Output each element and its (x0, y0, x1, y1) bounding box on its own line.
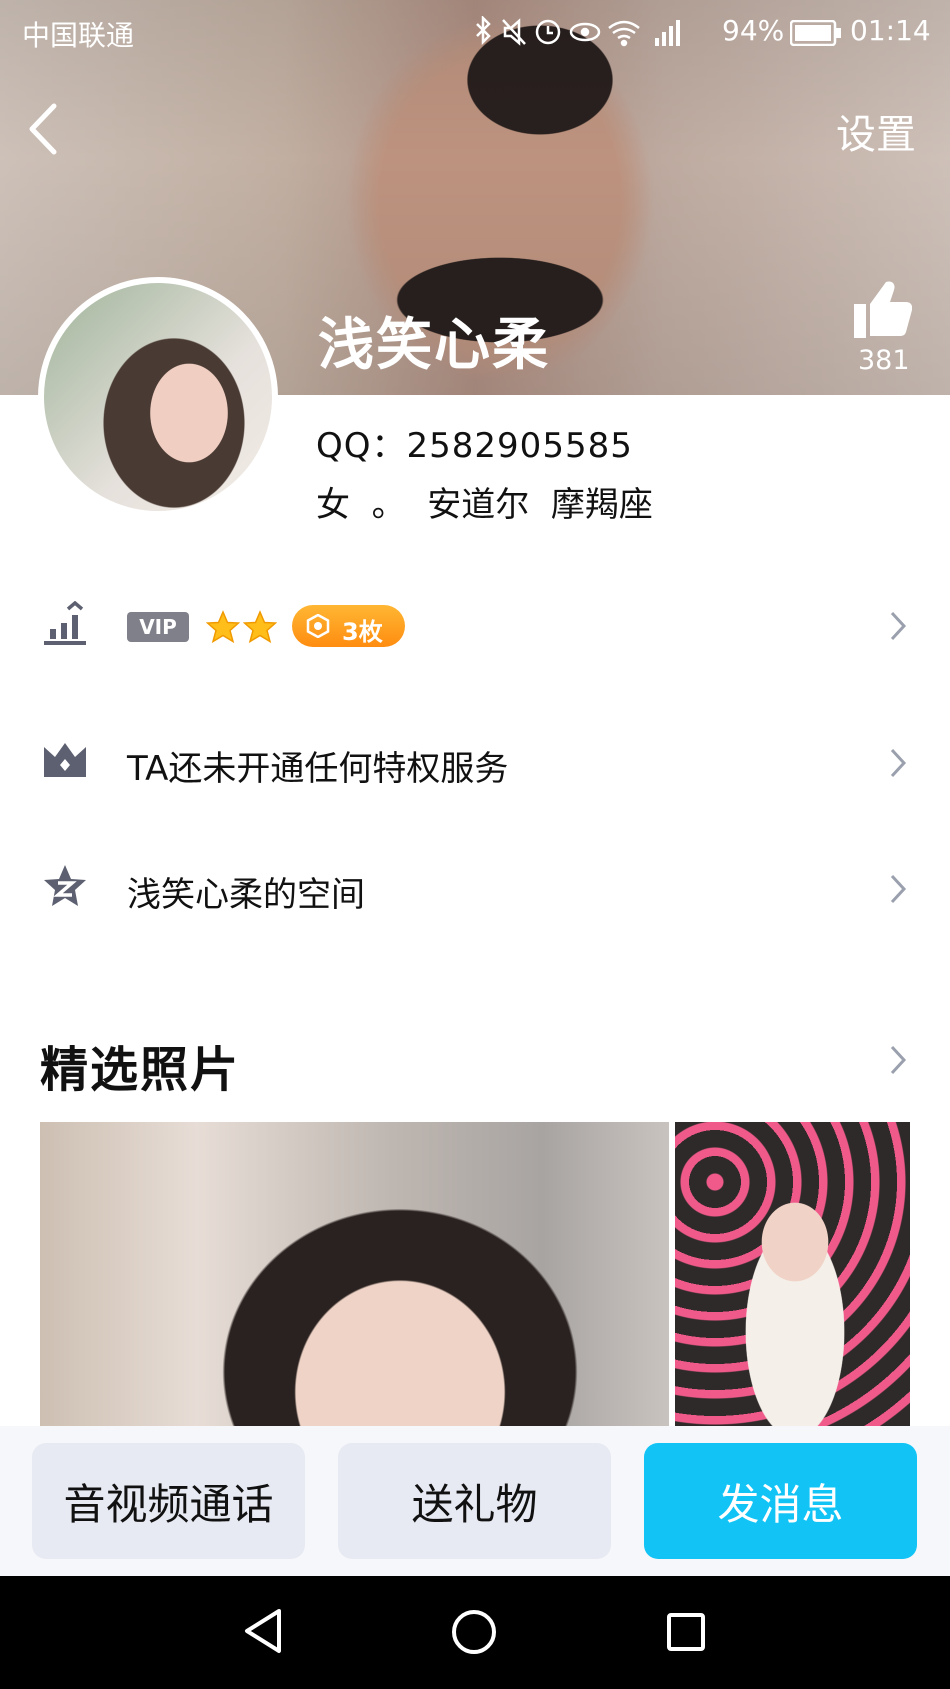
avatar[interactable] (38, 277, 278, 517)
nav-recent-apps-icon[interactable] (666, 1612, 706, 1652)
like-count: 381 (858, 345, 910, 376)
qq-number: QQ：2582905585 (316, 426, 633, 466)
wifi-icon (608, 20, 640, 40)
chevron-right-icon (890, 874, 907, 904)
nav-home-icon[interactable] (450, 1608, 498, 1656)
send-gift-button[interactable]: 送礼物 (338, 1443, 611, 1559)
settings-button[interactable]: 设置 (836, 102, 916, 160)
crown-icon (44, 743, 86, 777)
qzone-space-row[interactable]: 浅笑心柔的空间 (0, 839, 950, 939)
coin-icon (306, 614, 330, 638)
featured-photo[interactable] (675, 1122, 910, 1426)
bluetooth-icon (476, 16, 491, 46)
profile-nickname: 浅笑心柔 (318, 313, 550, 378)
chevron-right-icon (890, 748, 907, 778)
chevron-right-icon (890, 611, 907, 641)
privilege-row[interactable]: TA还未开通任何特权服务 (0, 713, 950, 813)
battery-icon (790, 20, 841, 46)
back-arrow-icon[interactable] (24, 100, 64, 158)
coin-count: 3枚 (342, 618, 383, 646)
qzone-star-icon (44, 865, 86, 906)
star-icon (206, 610, 240, 644)
featured-photos-title: 精选照片 (40, 1042, 241, 1098)
clock: 01:14 (850, 14, 931, 47)
privilege-label: TA还未开通任何特权服务 (127, 749, 509, 789)
featured-photo[interactable] (40, 1122, 669, 1426)
profile-details: 女 。 安道尔 摩羯座 (316, 485, 653, 525)
status-icons (476, 16, 680, 47)
carrier-name: 中国联通 (22, 19, 135, 52)
mute-icon (502, 18, 526, 46)
space-label: 浅笑心柔的空间 (127, 875, 365, 915)
coin-badge[interactable]: 3枚 (292, 605, 405, 647)
send-message-button[interactable]: 发消息 (644, 1443, 917, 1559)
signal-icon (655, 20, 680, 46)
level-chart-icon (44, 601, 86, 645)
video-call-button[interactable]: 音视频通话 (32, 1443, 305, 1559)
nav-back-icon[interactable] (243, 1607, 285, 1655)
star-icon (243, 610, 277, 644)
thumbs-up-icon[interactable] (852, 278, 912, 340)
battery-percent: 94% (722, 14, 785, 47)
vip-badge: VIP (127, 612, 189, 642)
chevron-right-icon[interactable] (888, 1043, 908, 1077)
